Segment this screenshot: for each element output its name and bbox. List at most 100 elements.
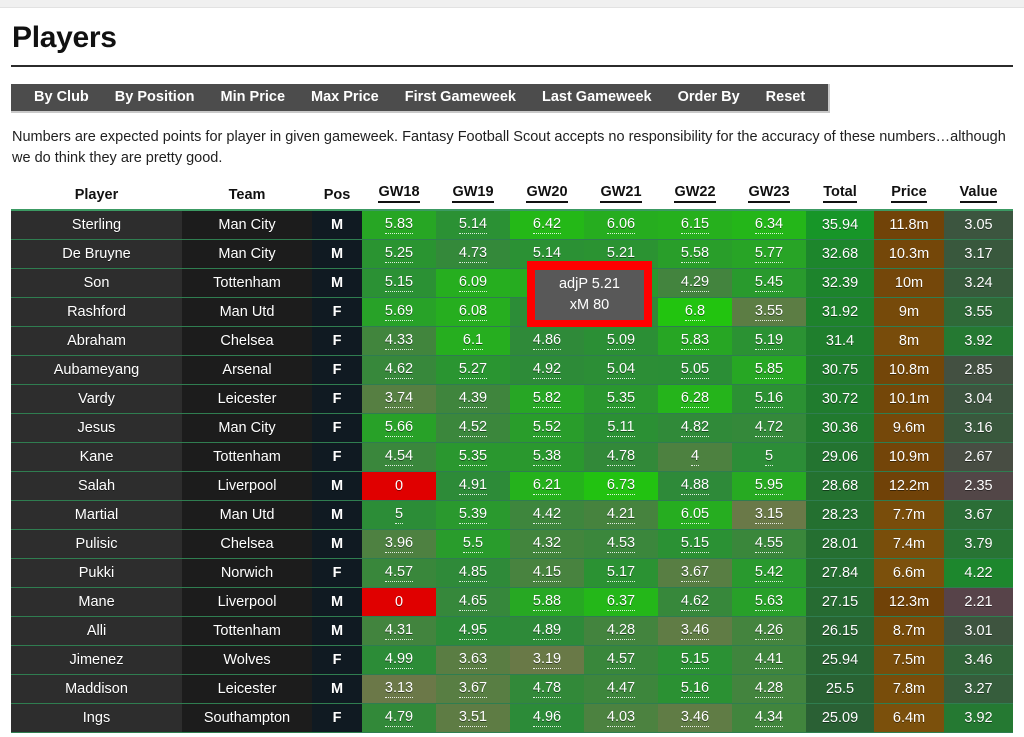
team-name-cell[interactable]: Man City	[182, 210, 312, 240]
gameweek-points-cell[interactable]: 4.03	[584, 703, 658, 733]
gameweek-points-cell[interactable]: 6.28	[658, 384, 732, 414]
table-row[interactable]: Abraham Chelsea F 4.33 6.1 4.86 5.09 5.83 5.19 31…	[11, 326, 1013, 356]
player-name-cell[interactable]: Jimenez	[11, 645, 182, 675]
gameweek-points-cell[interactable]: 4.86	[510, 326, 584, 356]
gameweek-points-cell[interactable]: 5.95	[732, 471, 806, 501]
table-row[interactable]: Sterling Man City M 5.83 5.14 6.42 6.06 6.15 6.3…	[11, 210, 1013, 240]
gameweek-points-cell[interactable]: 5.39	[436, 500, 510, 530]
gameweek-points-cell[interactable]: 5.25	[362, 239, 436, 269]
player-name-cell[interactable]: Kane	[11, 442, 182, 472]
gameweek-points-cell[interactable]: 5.09	[584, 326, 658, 356]
filter-max-price[interactable]: Max Price	[298, 83, 392, 112]
table-row[interactable]: RashfordMan UtdF5.696.085.014.86.83.5531…	[11, 297, 1013, 327]
team-name-cell[interactable]: Man Utd	[182, 500, 312, 530]
gameweek-points-cell[interactable]: 5.85	[732, 355, 806, 385]
team-name-cell[interactable]: Southampton	[182, 703, 312, 733]
gameweek-points-cell[interactable]: 4.57	[584, 645, 658, 675]
filter-last-gameweek[interactable]: Last Gameweek	[529, 83, 665, 112]
team-name-cell[interactable]: Wolves	[182, 645, 312, 675]
gameweek-points-cell[interactable]: 4.53	[584, 529, 658, 559]
player-name-cell[interactable]: Vardy	[11, 384, 182, 414]
team-name-cell[interactable]: Liverpool	[182, 471, 312, 501]
gameweek-points-cell[interactable]: 6.42	[510, 210, 584, 240]
player-name-cell[interactable]: De Bruyne	[11, 239, 182, 269]
filter-first-gameweek[interactable]: First Gameweek	[392, 83, 529, 112]
gameweek-points-cell[interactable]: 5.11	[584, 413, 658, 443]
gameweek-points-cell[interactable]: 6.37	[584, 587, 658, 617]
gameweek-points-cell[interactable]: 5.05	[658, 355, 732, 385]
player-name-cell[interactable]: Pukki	[11, 558, 182, 588]
gameweek-points-cell[interactable]: 0	[362, 587, 436, 617]
team-name-cell[interactable]: Man Utd	[182, 297, 312, 327]
gameweek-points-cell[interactable]: 4.72	[732, 413, 806, 443]
gameweek-points-cell[interactable]: 5.83	[658, 326, 732, 356]
column-header-player[interactable]: Player	[11, 184, 182, 210]
column-header-gw23[interactable]: GW23	[732, 184, 806, 210]
player-name-cell[interactable]: Martial	[11, 500, 182, 530]
gameweek-points-cell[interactable]: 4.28	[584, 616, 658, 646]
gameweek-points-cell[interactable]: 5.17	[584, 558, 658, 588]
gameweek-points-cell[interactable]: 4.95	[436, 616, 510, 646]
team-name-cell[interactable]: Tottenham	[182, 442, 312, 472]
column-header-gw18[interactable]: GW18	[362, 184, 436, 210]
team-name-cell[interactable]: Chelsea	[182, 326, 312, 356]
gameweek-points-cell[interactable]: 4.41	[732, 645, 806, 675]
gameweek-points-cell[interactable]: 5.15	[362, 268, 436, 298]
gameweek-points-cell[interactable]: 4.33	[362, 326, 436, 356]
gameweek-points-cell[interactable]: 6.34	[732, 210, 806, 240]
gameweek-points-cell[interactable]: 5.82	[510, 384, 584, 414]
gameweek-points-cell[interactable]: 5.52	[510, 413, 584, 443]
gameweek-points-cell[interactable]: 3.46	[658, 703, 732, 733]
gameweek-points-cell[interactable]: 4.47	[584, 674, 658, 704]
gameweek-points-cell[interactable]: 3.67	[436, 674, 510, 704]
gameweek-points-cell[interactable]: 4.82	[658, 413, 732, 443]
gameweek-points-cell[interactable]: 6.06	[584, 210, 658, 240]
gameweek-points-cell[interactable]: 4.15	[510, 558, 584, 588]
gameweek-points-cell[interactable]: 4.92	[510, 355, 584, 385]
gameweek-points-cell[interactable]: 5.5	[436, 529, 510, 559]
column-header-gw19[interactable]: GW19	[436, 184, 510, 210]
gameweek-points-cell[interactable]: 6.09	[436, 268, 510, 298]
filter-by-club[interactable]: By Club	[21, 83, 102, 112]
gameweek-points-cell[interactable]: 4.78	[510, 674, 584, 704]
team-name-cell[interactable]: Chelsea	[182, 529, 312, 559]
team-name-cell[interactable]: Leicester	[182, 384, 312, 414]
filter-reset[interactable]: Reset	[753, 83, 819, 112]
gameweek-points-cell[interactable]: 5.69	[362, 297, 436, 327]
table-row[interactable]: Ings Southampton F 4.79 3.51 4.96 4.03 3.46 4.34…	[11, 703, 1013, 733]
gameweek-points-cell[interactable]: 4.91	[436, 471, 510, 501]
table-row[interactable]: Aubameyang Arsenal F 4.62 5.27 4.92 5.04 5.05 5.…	[11, 355, 1013, 385]
table-row[interactable]: Maddison Leicester M 3.13 3.67 4.78 4.47 5.16 4.…	[11, 674, 1013, 704]
gameweek-points-cell[interactable]: 4.32	[510, 529, 584, 559]
player-name-cell[interactable]: Alli	[11, 616, 182, 646]
gameweek-points-cell[interactable]: 3.51	[436, 703, 510, 733]
player-name-cell[interactable]: Ings	[11, 703, 182, 733]
gameweek-points-cell[interactable]: 3.55	[732, 297, 806, 327]
player-name-cell[interactable]: Aubameyang	[11, 355, 182, 385]
gameweek-points-cell[interactable]: 4.88	[658, 471, 732, 501]
team-name-cell[interactable]: Man City	[182, 413, 312, 443]
player-name-cell[interactable]: Abraham	[11, 326, 182, 356]
gameweek-points-cell[interactable]: 5.83	[362, 210, 436, 240]
gameweek-points-cell[interactable]: 4.79	[362, 703, 436, 733]
player-name-cell[interactable]: Pulisic	[11, 529, 182, 559]
gameweek-points-cell[interactable]: 6.05	[658, 500, 732, 530]
gameweek-points-cell[interactable]: 4.21	[584, 500, 658, 530]
team-name-cell[interactable]: Liverpool	[182, 587, 312, 617]
gameweek-points-cell[interactable]: 3.46	[658, 616, 732, 646]
gameweek-points-cell[interactable]: 5.38	[510, 442, 584, 472]
table-row[interactable]: Jimenez Wolves F 4.99 3.63 3.19 4.57 5.15 4.41 25…	[11, 645, 1013, 675]
gameweek-points-cell[interactable]: 5.58	[658, 239, 732, 269]
table-row[interactable]: Mane Liverpool M 0 4.65 5.88 6.37 4.62 5.63 27.15…	[11, 587, 1013, 617]
gameweek-points-cell[interactable]: 4.65	[436, 587, 510, 617]
table-row[interactable]: Kane Tottenham F 4.54 5.35 5.38 4.78 4 5 29.06 10.…	[11, 442, 1013, 472]
gameweek-points-cell[interactable]: 4.54	[362, 442, 436, 472]
gameweek-points-cell[interactable]: 4.89	[510, 616, 584, 646]
filter-by-position[interactable]: By Position	[102, 83, 208, 112]
column-header-gw22[interactable]: GW22	[658, 184, 732, 210]
gameweek-points-cell[interactable]: 6.73	[584, 471, 658, 501]
gameweek-points-cell[interactable]: 4.55	[732, 529, 806, 559]
gameweek-points-cell[interactable]: 6.15	[658, 210, 732, 240]
gameweek-points-cell[interactable]: 4.96	[510, 703, 584, 733]
column-header-gw20[interactable]: GW20	[510, 184, 584, 210]
